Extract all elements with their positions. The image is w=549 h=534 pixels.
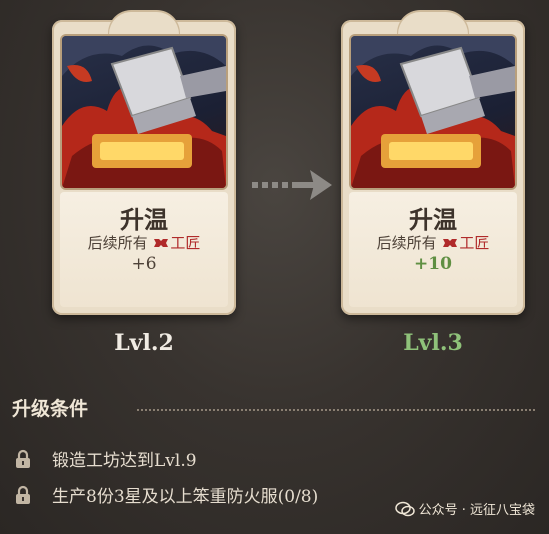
level-label-next: Lvl.3 [403, 330, 463, 356]
skill-art-hammer-forge [62, 36, 226, 188]
wechat-icon [394, 501, 415, 517]
desc-prefix: 后续所有 [87, 234, 148, 252]
card-crown [109, 12, 179, 38]
craftsman-icon [443, 239, 458, 247]
skill-art-hammer-forge [351, 36, 515, 188]
section-divider [137, 409, 535, 411]
hammer-forge-icon [351, 36, 515, 188]
desc-tag: 工匠 [459, 234, 490, 252]
right-arrow-icon [252, 170, 332, 200]
conditions-title: 升级条件 [12, 398, 89, 420]
desc-tag: 工匠 [170, 234, 201, 252]
lock-icon [16, 449, 30, 468]
skill-value: +6 [131, 254, 157, 274]
skill-value-upgraded: +10 [414, 254, 452, 274]
condition-item: 锻造工坊达到Lvl.9 [14, 446, 197, 471]
condition-text: 锻造工坊达到Lvl.9 [52, 451, 197, 471]
level-label-current: Lvl.2 [114, 330, 174, 356]
craftsman-icon [154, 239, 169, 247]
skill-card-next[interactable]: 升温 后续所有 工匠 +10 [341, 12, 525, 315]
skill-description: 后续所有 工匠 [341, 232, 525, 253]
desc-prefix: 后续所有 [376, 234, 437, 252]
skill-description: 后续所有 工匠 [52, 232, 236, 253]
skill-title: 升温 [120, 205, 168, 234]
condition-item: 生产8份3星及以上笨重防火服(0/8) [14, 482, 318, 507]
hammer-forge-icon [62, 36, 226, 188]
card-crown [398, 12, 468, 38]
watermark: 公众号 · 远征八宝袋 [394, 499, 535, 518]
skill-card-current[interactable]: 升温 后续所有 工匠 +6 [52, 12, 236, 315]
skill-title: 升温 [409, 205, 457, 234]
condition-text: 生产8份3星及以上笨重防火服(0/8) [52, 487, 319, 507]
watermark-text: 公众号 · 远征八宝袋 [418, 503, 535, 518]
lock-icon [16, 485, 30, 504]
